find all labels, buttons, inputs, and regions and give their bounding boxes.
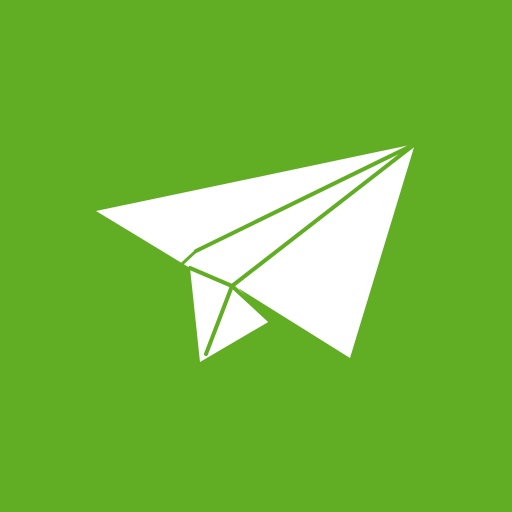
app-tile[interactable]	[0, 0, 512, 512]
paper-plane-icon	[0, 0, 512, 512]
